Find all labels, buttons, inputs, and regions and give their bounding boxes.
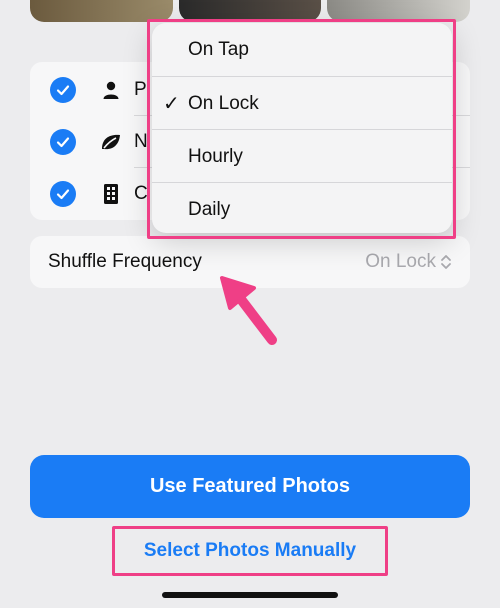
category-label: P: [134, 79, 147, 100]
menu-item-on-tap[interactable]: On Tap: [152, 23, 452, 76]
home-indicator: [162, 592, 338, 598]
menu-item-label: On Lock: [188, 92, 259, 114]
category-label: N: [134, 131, 148, 152]
category-label: C: [134, 183, 148, 204]
menu-item-daily[interactable]: Daily: [152, 183, 452, 233]
menu-item-label: On Tap: [188, 38, 249, 60]
menu-item-label: Daily: [188, 198, 231, 220]
leaf-icon: [100, 131, 122, 153]
shuffle-frequency-value[interactable]: On Lock: [365, 251, 452, 273]
menu-item-hourly[interactable]: Hourly: [152, 130, 452, 183]
photo-preview: [327, 0, 471, 22]
photo-preview: [30, 0, 173, 22]
menu-item-on-lock[interactable]: ✓ On Lock: [152, 77, 452, 130]
photo-preview: [178, 0, 322, 22]
person-icon: [100, 79, 122, 101]
checkmark-circle-icon[interactable]: [50, 129, 76, 155]
building-icon: [100, 183, 122, 205]
arrow-annotation-icon: [220, 276, 277, 345]
checkmark-circle-icon[interactable]: [50, 77, 76, 103]
checkmark-icon: ✓: [163, 93, 180, 115]
shuffle-value-text: On Lock: [365, 251, 436, 272]
select-photos-manually-button[interactable]: Select Photos Manually: [112, 526, 388, 576]
shuffle-frequency-label: Shuffle Frequency: [48, 251, 202, 272]
menu-item-label: Hourly: [188, 145, 243, 167]
shuffle-frequency-menu: On Tap ✓ On Lock Hourly Daily: [152, 23, 452, 233]
photo-previews: [30, 0, 471, 22]
checkmark-circle-icon[interactable]: [50, 181, 76, 207]
chevron-up-down-icon: [441, 255, 451, 269]
use-featured-photos-button[interactable]: Use Featured Photos: [30, 455, 470, 518]
